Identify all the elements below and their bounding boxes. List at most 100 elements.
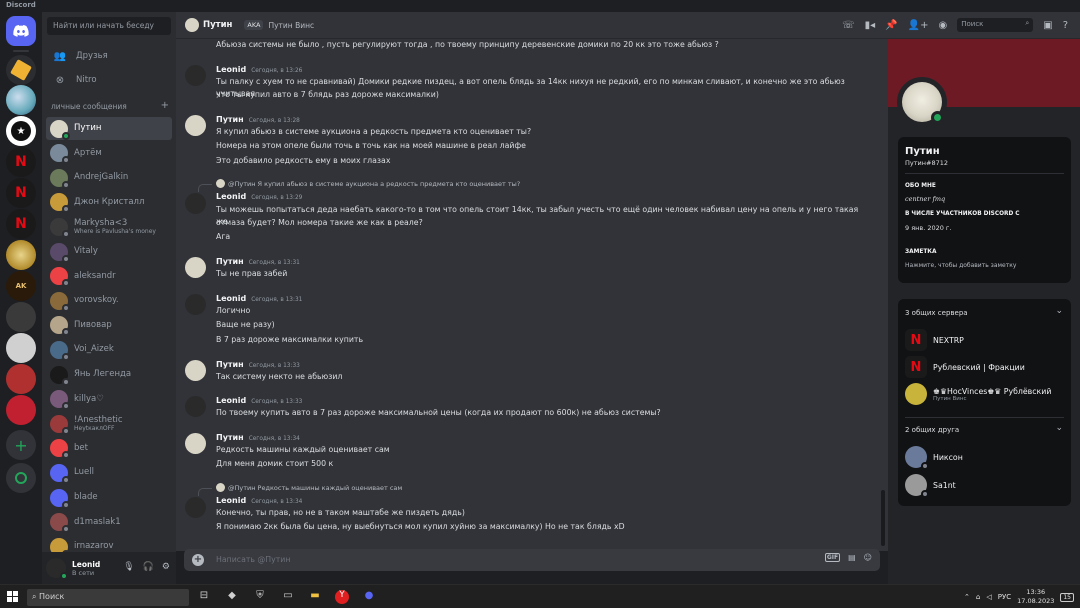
message-author[interactable]: Путин Сегодня, в 13:34	[216, 433, 300, 442]
create-dm-icon[interactable]: +	[161, 101, 169, 111]
avatar[interactable]	[185, 433, 206, 454]
chevron-up-icon[interactable]: ⌃	[964, 593, 970, 601]
dm-item[interactable]: AndrejGalkin	[46, 166, 172, 189]
server-icon-12[interactable]	[6, 395, 36, 425]
message-author[interactable]: Leonid Сегодня, в 13:26	[216, 65, 302, 74]
note-input[interactable]: Нажмите, чтобы добавить заметку	[905, 262, 1016, 269]
header-search-input[interactable]: Поиск ⌕	[957, 18, 1034, 32]
profile-avatar[interactable]	[897, 77, 947, 127]
server-icon-2[interactable]	[6, 85, 36, 115]
message-author[interactable]: Путин Сегодня, в 13:28	[216, 115, 300, 124]
dm-item[interactable]: Путин	[46, 117, 172, 140]
folder-icon[interactable]: ▬	[308, 590, 322, 604]
chevron-down-icon[interactable]: ⌄	[1055, 306, 1063, 316]
profile-toggle-icon[interactable]: ◉	[939, 20, 948, 31]
mutual-servers-title[interactable]: 3 общих сервера	[905, 309, 968, 317]
dm-item[interactable]: Джон Кристалл	[46, 191, 172, 214]
headphones-icon[interactable]: 🎧	[143, 562, 154, 572]
dm-item[interactable]: Voi_Aizek	[46, 338, 172, 361]
message-author[interactable]: Путин Сегодня, в 13:33	[216, 360, 300, 369]
reply-preview[interactable]: @Путин Я купил абьюз в системе аукциона …	[216, 179, 520, 188]
dm-item[interactable]: Luell	[46, 461, 172, 484]
pin-icon[interactable]: 📌	[885, 20, 897, 31]
server-icon-10[interactable]	[6, 333, 36, 363]
security-icon[interactable]: ⛨	[253, 590, 267, 604]
notification-badge[interactable]: 15	[1060, 592, 1074, 602]
network-icon[interactable]: ⌂	[976, 593, 980, 601]
dm-item[interactable]: Vitaly	[46, 240, 172, 263]
nitro-nav[interactable]: ⊗ Nitro	[46, 69, 172, 91]
home-button[interactable]	[6, 16, 36, 46]
friends-nav[interactable]: 👥 Друзья	[46, 45, 172, 67]
explore-servers-icon[interactable]	[6, 463, 36, 493]
attach-plus-icon[interactable]: +	[192, 554, 204, 566]
app-icon[interactable]: ◆	[225, 590, 239, 604]
dm-item[interactable]: Markysha<3 Where is Pavlusha's money	[46, 215, 172, 238]
avatar[interactable]	[185, 396, 206, 417]
avatar[interactable]	[185, 294, 206, 315]
dm-item[interactable]: aleksandr	[46, 265, 172, 288]
avatar[interactable]	[185, 360, 206, 381]
task-view-icon[interactable]: ⊟	[197, 590, 211, 604]
dm-item[interactable]: blade	[46, 486, 172, 509]
gif-button[interactable]: GIF	[824, 553, 841, 562]
server-icon-3[interactable]: ★	[6, 116, 36, 146]
dm-item[interactable]: !Anesthetic НеуtкаклOFF	[46, 412, 172, 435]
avatar[interactable]	[185, 65, 206, 86]
server-icon-1[interactable]	[6, 55, 36, 85]
language-indicator[interactable]: РУС	[998, 593, 1011, 601]
phone-call-icon[interactable]: ☏	[842, 20, 855, 31]
avatar[interactable]	[185, 257, 206, 278]
avatar[interactable]	[46, 558, 68, 580]
mutual-friends-title[interactable]: 2 общих друга	[905, 426, 959, 434]
microphone-icon[interactable]: 🎙	[123, 562, 134, 572]
mutual-server-item[interactable]: N NEXTRP	[905, 329, 1065, 351]
message-input[interactable]: + Написать @Путин GIF ▤ ☺	[184, 549, 880, 571]
message-author[interactable]: Leonid Сегодня, в 13:31	[216, 294, 302, 303]
message-author[interactable]: Leonid Сегодня, в 13:34	[216, 496, 302, 505]
server-icon-11[interactable]	[6, 364, 36, 394]
avatar[interactable]	[185, 115, 206, 136]
server-icon-7[interactable]	[6, 240, 36, 270]
mutual-friend-item[interactable]: Никсон	[905, 446, 1065, 470]
gear-icon[interactable]: ⚙	[162, 562, 170, 572]
emoji-icon[interactable]: ☺	[864, 553, 872, 562]
volume-icon[interactable]: ◁	[986, 593, 991, 601]
dm-item[interactable]: bet	[46, 437, 172, 460]
clock[interactable]: 13:36 17.08.2023	[1017, 588, 1054, 606]
server-icon-5[interactable]: N	[6, 178, 36, 208]
help-icon[interactable]: ?	[1063, 20, 1068, 31]
dm-item[interactable]: killya♡	[46, 388, 172, 411]
server-icon-8[interactable]: AK	[6, 271, 36, 301]
message-author[interactable]: Leonid Сегодня, в 13:33	[216, 396, 302, 405]
inbox-icon[interactable]: ▣	[1043, 20, 1052, 31]
chat-scrollbar[interactable]	[881, 490, 885, 546]
avatar[interactable]	[185, 193, 206, 214]
windows-start-icon[interactable]	[7, 591, 21, 605]
sticker-icon[interactable]: ▤	[848, 553, 856, 562]
dm-item[interactable]: Пивовар	[46, 314, 172, 337]
discord-taskbar-icon[interactable]: ●	[362, 590, 376, 604]
reply-preview[interactable]: @Путин Редкость машины каждый оценивает …	[216, 483, 402, 492]
dm-item[interactable]: d1maslak1	[46, 511, 172, 534]
dm-search-input[interactable]: Найти или начать беседу	[47, 17, 171, 35]
chevron-down-icon[interactable]: ⌄	[1055, 423, 1063, 433]
dm-item[interactable]: vorovskoy.	[46, 289, 172, 312]
yandex-browser-icon[interactable]: Y	[335, 590, 349, 604]
avatar[interactable]	[185, 497, 206, 518]
dm-item[interactable]: Янь Легенда	[46, 363, 172, 386]
message-author[interactable]: Путин Сегодня, в 13:31	[216, 257, 300, 266]
mutual-friend-item[interactable]: Sa1nt	[905, 474, 1065, 498]
video-call-icon[interactable]: ▮◂	[865, 20, 876, 31]
message-author[interactable]: Leonid Сегодня, в 13:29	[216, 192, 302, 201]
taskbar-search[interactable]: ⌕ Поиск	[27, 589, 189, 606]
add-server-icon[interactable]: +	[6, 430, 36, 460]
add-friend-icon[interactable]: 👤+	[908, 20, 929, 31]
server-icon-9[interactable]	[6, 302, 36, 332]
server-icon-4[interactable]: N	[6, 147, 36, 177]
server-icon-6[interactable]: N	[6, 209, 36, 239]
mutual-server-item[interactable]: N Рублевский | Фракции	[905, 356, 1065, 378]
dm-item[interactable]: Артём	[46, 142, 172, 165]
mutual-server-item[interactable]: ♚♛HocVinces♚♛ Рублёвский Путин Винс	[905, 383, 1065, 405]
app-icon[interactable]: ▭	[281, 590, 295, 604]
